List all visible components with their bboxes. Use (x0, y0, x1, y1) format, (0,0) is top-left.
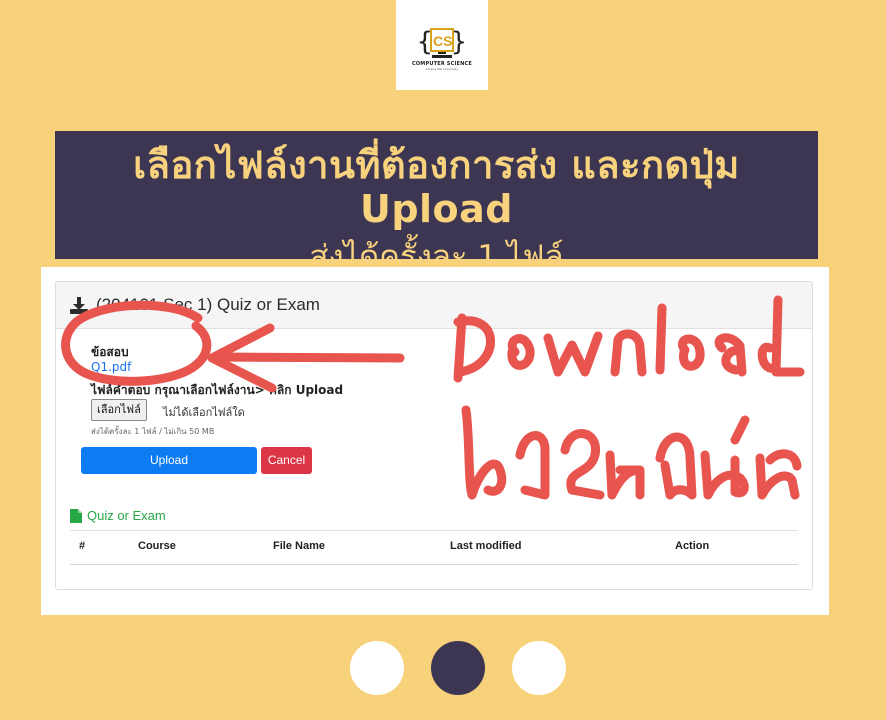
card-title: (204101 Sec 1) Quiz or Exam (96, 295, 320, 314)
screenshot-panel: (204101 Sec 1) Quiz or Exam ข้อสอบ Q1.pd… (41, 267, 829, 615)
cs-logo: { } CS COMPUTER SCIENCE Chiang Mai Unive… (396, 0, 488, 90)
download-icon (70, 296, 88, 314)
banner-title: เลือกไฟล์งานที่ต้องการส่ง และกดปุ่ม Uplo… (133, 143, 740, 231)
upload-button[interactable]: Upload (81, 447, 257, 474)
section-title-text: Quiz or Exam (87, 508, 166, 523)
upload-instruction: ไฟล์คำตอบ กรุณาเลือกไฟล์งาน> คลิก Upload (91, 383, 344, 397)
column-header-action: Action (675, 540, 710, 552)
pager-dot-2-active[interactable] (431, 641, 485, 695)
pager-dot-3[interactable] (512, 641, 566, 695)
no-file-chosen-text: ไม่ได้เลือกไฟล์ใด (163, 406, 245, 419)
instruction-banner: เลือกไฟล์งานที่ต้องการส่ง และกดปุ่ม Uplo… (55, 131, 818, 275)
exam-file-link[interactable]: Q1.pdf (91, 360, 131, 374)
cs-logo-icon: { } CS (417, 27, 467, 58)
upload-hint: ส่งได้ครั้งละ 1 ไฟล์ / ไม่เกิน 50 MB (91, 427, 215, 436)
column-header-course: Course (138, 540, 176, 552)
cancel-button[interactable]: Cancel (261, 447, 312, 474)
column-header-index: # (79, 540, 86, 552)
card-header: (204101 Sec 1) Quiz or Exam (56, 282, 812, 329)
quiz-card: (204101 Sec 1) Quiz or Exam ข้อสอบ Q1.pd… (55, 281, 813, 590)
section-title: Quiz or Exam (70, 508, 166, 523)
logo-subtext: Chiang Mai University (425, 67, 459, 71)
column-header-file-name: File Name (273, 540, 325, 552)
choose-file-button[interactable]: เลือกไฟล์ (91, 399, 147, 421)
file-icon (70, 508, 82, 523)
table-header-bottom (70, 564, 798, 565)
pager-dot-1[interactable] (350, 641, 404, 695)
table-divider (70, 530, 798, 531)
column-header-last-modified: Last modified (450, 540, 522, 552)
svg-text:CS: CS (433, 33, 452, 49)
